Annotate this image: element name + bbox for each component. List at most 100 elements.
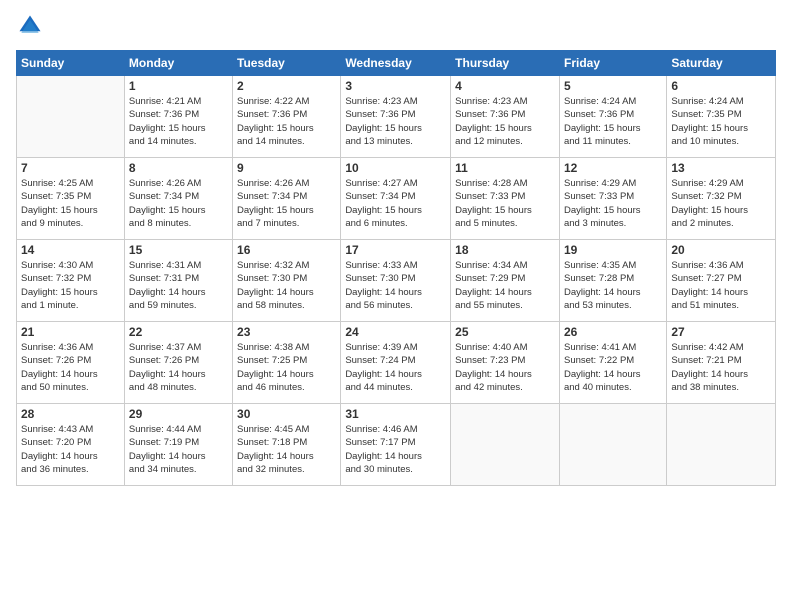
day-content: Sunrise: 4:44 AM Sunset: 7:19 PM Dayligh…	[129, 423, 228, 476]
calendar-cell	[451, 404, 560, 486]
calendar-cell: 31Sunrise: 4:46 AM Sunset: 7:17 PM Dayli…	[341, 404, 451, 486]
day-content: Sunrise: 4:40 AM Sunset: 7:23 PM Dayligh…	[455, 341, 555, 394]
day-number: 30	[237, 407, 336, 421]
calendar-cell: 7 Sunrise: 4:25 AM Sunset: 7:35 PM Daylig…	[17, 158, 125, 240]
day-number: 16	[237, 243, 336, 257]
calendar-cell: 18 Sunrise: 4:34 AM Sunset: 7:29 PM Dayli…	[451, 240, 560, 322]
calendar-cell: 8 Sunrise: 4:26 AM Sunset: 7:34 PM Daylig…	[124, 158, 232, 240]
day-number: 31	[345, 407, 446, 421]
day-header-sunday: Sunday	[17, 51, 125, 76]
calendar-cell: 16 Sunrise: 4:32 AM Sunset: 7:30 PM Dayli…	[233, 240, 341, 322]
day-content: Sunrise: 4:35 AM Sunset: 7:28 PM Dayligh…	[564, 259, 662, 312]
day-number: 8	[129, 161, 228, 175]
day-content: Sunrise: 4:24 AM Sunset: 7:36 PM Dayligh…	[564, 95, 662, 148]
week-row-4: 21 Sunrise: 4:36 AM Sunset: 7:26 PM Dayli…	[17, 322, 776, 404]
day-number: 21	[21, 325, 120, 339]
calendar-cell: 12 Sunrise: 4:29 AM Sunset: 7:33 PM Dayli…	[559, 158, 666, 240]
calendar-cell: 3 Sunrise: 4:23 AM Sunset: 7:36 PM Daylig…	[341, 76, 451, 158]
calendar-cell: 29 Sunrise: 4:44 AM Sunset: 7:19 PM Dayli…	[124, 404, 232, 486]
day-header-friday: Friday	[559, 51, 666, 76]
header	[16, 12, 776, 40]
day-number: 11	[455, 161, 555, 175]
calendar-cell: 26Sunrise: 4:41 AM Sunset: 7:22 PM Dayli…	[559, 322, 666, 404]
day-number: 2	[237, 79, 336, 93]
calendar-cell: 24Sunrise: 4:39 AM Sunset: 7:24 PM Dayli…	[341, 322, 451, 404]
header-row: SundayMondayTuesdayWednesdayThursdayFrid…	[17, 51, 776, 76]
day-content: Sunrise: 4:29 AM Sunset: 7:33 PM Dayligh…	[564, 177, 662, 230]
day-header-tuesday: Tuesday	[233, 51, 341, 76]
day-number: 10	[345, 161, 446, 175]
day-content: Sunrise: 4:22 AM Sunset: 7:36 PM Dayligh…	[237, 95, 336, 148]
day-number: 14	[21, 243, 120, 257]
day-content: Sunrise: 4:29 AM Sunset: 7:32 PM Dayligh…	[671, 177, 771, 230]
day-content: Sunrise: 4:36 AM Sunset: 7:26 PM Dayligh…	[21, 341, 120, 394]
calendar-cell	[667, 404, 776, 486]
calendar-cell: 22Sunrise: 4:37 AM Sunset: 7:26 PM Dayli…	[124, 322, 232, 404]
day-number: 18	[455, 243, 555, 257]
day-number: 13	[671, 161, 771, 175]
calendar-cell: 4 Sunrise: 4:23 AM Sunset: 7:36 PM Daylig…	[451, 76, 560, 158]
calendar-cell: 20 Sunrise: 4:36 AM Sunset: 7:27 PM Dayli…	[667, 240, 776, 322]
day-header-thursday: Thursday	[451, 51, 560, 76]
day-number: 24	[345, 325, 446, 339]
day-content: Sunrise: 4:32 AM Sunset: 7:30 PM Dayligh…	[237, 259, 336, 312]
calendar-cell: 23Sunrise: 4:38 AM Sunset: 7:25 PM Dayli…	[233, 322, 341, 404]
calendar-cell	[559, 404, 666, 486]
day-content: Sunrise: 4:23 AM Sunset: 7:36 PM Dayligh…	[455, 95, 555, 148]
calendar-table: SundayMondayTuesdayWednesdayThursdayFrid…	[16, 50, 776, 486]
calendar-cell: 11 Sunrise: 4:28 AM Sunset: 7:33 PM Dayli…	[451, 158, 560, 240]
day-number: 20	[671, 243, 771, 257]
day-content: Sunrise: 4:26 AM Sunset: 7:34 PM Dayligh…	[237, 177, 336, 230]
day-content: Sunrise: 4:33 AM Sunset: 7:30 PM Dayligh…	[345, 259, 446, 312]
calendar-cell	[17, 76, 125, 158]
calendar-cell: 27 Sunrise: 4:42 AM Sunset: 7:21 PM Dayli…	[667, 322, 776, 404]
day-content: Sunrise: 4:45 AM Sunset: 7:18 PM Dayligh…	[237, 423, 336, 476]
day-content: Sunrise: 4:26 AM Sunset: 7:34 PM Dayligh…	[129, 177, 228, 230]
day-number: 19	[564, 243, 662, 257]
page: SundayMondayTuesdayWednesdayThursdayFrid…	[0, 0, 792, 612]
day-content: Sunrise: 4:37 AM Sunset: 7:26 PM Dayligh…	[129, 341, 228, 394]
day-content: Sunrise: 4:31 AM Sunset: 7:31 PM Dayligh…	[129, 259, 228, 312]
calendar-cell: 6 Sunrise: 4:24 AM Sunset: 7:35 PM Daylig…	[667, 76, 776, 158]
calendar-cell: 21 Sunrise: 4:36 AM Sunset: 7:26 PM Dayli…	[17, 322, 125, 404]
day-content: Sunrise: 4:42 AM Sunset: 7:21 PM Dayligh…	[671, 341, 771, 394]
calendar-cell: 14 Sunrise: 4:30 AM Sunset: 7:32 PM Dayli…	[17, 240, 125, 322]
day-content: Sunrise: 4:41 AM Sunset: 7:22 PM Dayligh…	[564, 341, 662, 394]
calendar-cell: 28Sunrise: 4:43 AM Sunset: 7:20 PM Dayli…	[17, 404, 125, 486]
calendar-cell: 17Sunrise: 4:33 AM Sunset: 7:30 PM Dayli…	[341, 240, 451, 322]
day-content: Sunrise: 4:24 AM Sunset: 7:35 PM Dayligh…	[671, 95, 771, 148]
day-header-wednesday: Wednesday	[341, 51, 451, 76]
day-content: Sunrise: 4:27 AM Sunset: 7:34 PM Dayligh…	[345, 177, 446, 230]
week-row-5: 28Sunrise: 4:43 AM Sunset: 7:20 PM Dayli…	[17, 404, 776, 486]
day-number: 3	[345, 79, 446, 93]
day-content: Sunrise: 4:43 AM Sunset: 7:20 PM Dayligh…	[21, 423, 120, 476]
calendar-cell: 5 Sunrise: 4:24 AM Sunset: 7:36 PM Daylig…	[559, 76, 666, 158]
day-content: Sunrise: 4:34 AM Sunset: 7:29 PM Dayligh…	[455, 259, 555, 312]
day-number: 27	[671, 325, 771, 339]
calendar-cell: 15 Sunrise: 4:31 AM Sunset: 7:31 PM Dayli…	[124, 240, 232, 322]
calendar-cell: 9 Sunrise: 4:26 AM Sunset: 7:34 PM Daylig…	[233, 158, 341, 240]
day-number: 29	[129, 407, 228, 421]
day-number: 12	[564, 161, 662, 175]
day-content: Sunrise: 4:30 AM Sunset: 7:32 PM Dayligh…	[21, 259, 120, 312]
day-content: Sunrise: 4:28 AM Sunset: 7:33 PM Dayligh…	[455, 177, 555, 230]
day-number: 7	[21, 161, 120, 175]
logo	[16, 12, 48, 40]
day-number: 5	[564, 79, 662, 93]
day-number: 1	[129, 79, 228, 93]
day-number: 15	[129, 243, 228, 257]
week-row-1: 1Sunrise: 4:21 AM Sunset: 7:36 PM Daylig…	[17, 76, 776, 158]
calendar-cell: 25 Sunrise: 4:40 AM Sunset: 7:23 PM Dayli…	[451, 322, 560, 404]
day-number: 25	[455, 325, 555, 339]
week-row-2: 7 Sunrise: 4:25 AM Sunset: 7:35 PM Daylig…	[17, 158, 776, 240]
calendar-cell: 30 Sunrise: 4:45 AM Sunset: 7:18 PM Dayli…	[233, 404, 341, 486]
day-number: 6	[671, 79, 771, 93]
day-number: 4	[455, 79, 555, 93]
day-content: Sunrise: 4:25 AM Sunset: 7:35 PM Dayligh…	[21, 177, 120, 230]
day-content: Sunrise: 4:36 AM Sunset: 7:27 PM Dayligh…	[671, 259, 771, 312]
day-content: Sunrise: 4:23 AM Sunset: 7:36 PM Dayligh…	[345, 95, 446, 148]
day-number: 9	[237, 161, 336, 175]
day-content: Sunrise: 4:38 AM Sunset: 7:25 PM Dayligh…	[237, 341, 336, 394]
week-row-3: 14 Sunrise: 4:30 AM Sunset: 7:32 PM Dayli…	[17, 240, 776, 322]
day-header-monday: Monday	[124, 51, 232, 76]
